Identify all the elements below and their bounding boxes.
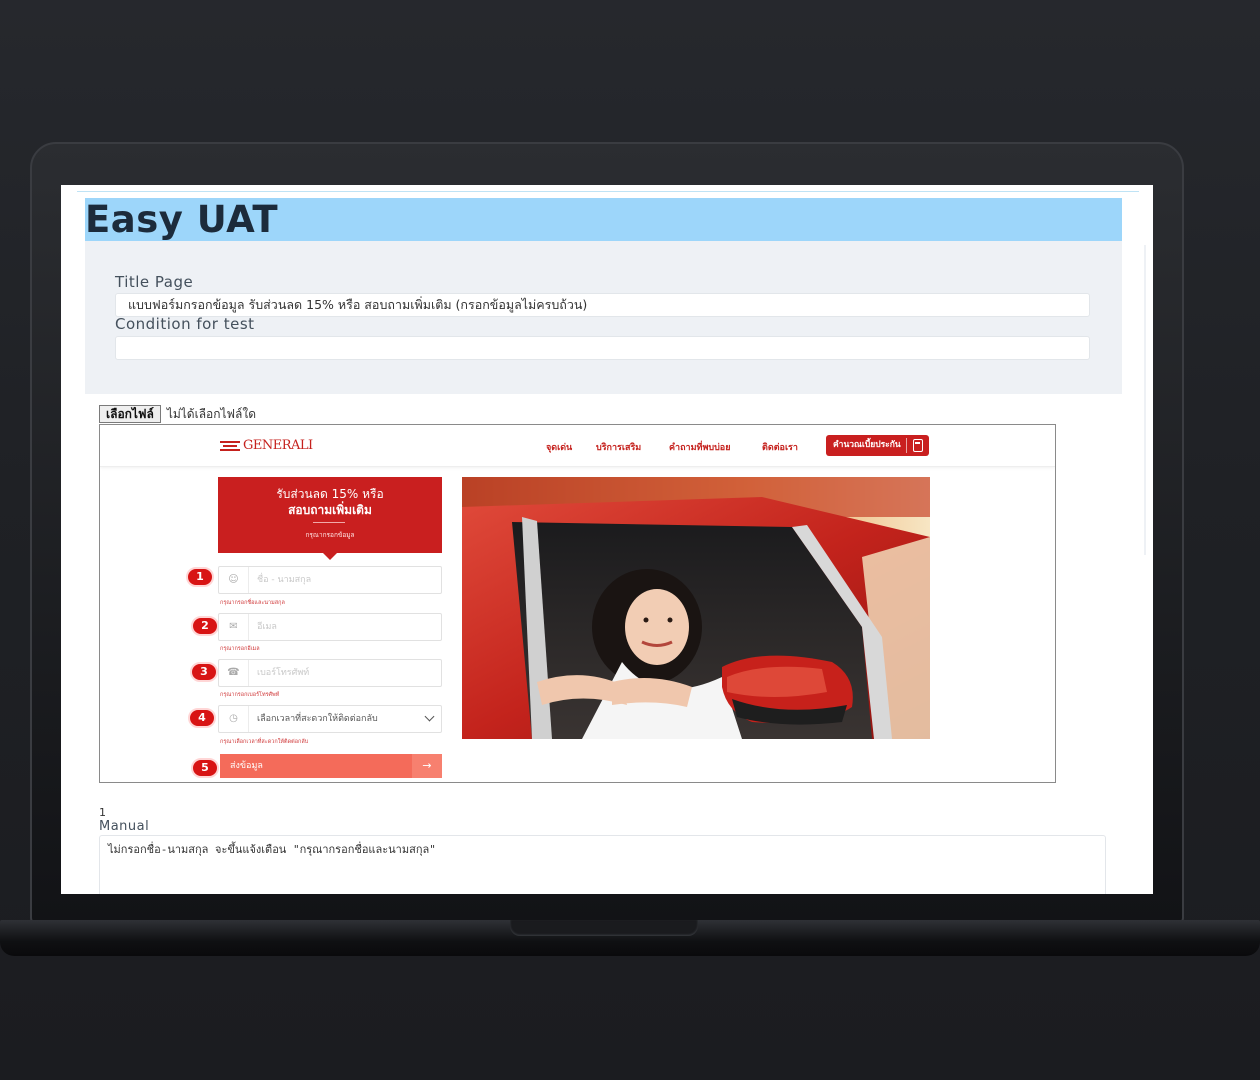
nav-item-faq: คำถามที่พบบ่อย	[669, 443, 731, 453]
phone-field: ☎ เบอร์โทรศัพท์	[218, 659, 442, 687]
app-header: Easy UAT	[85, 198, 1122, 241]
laptop-screen: Easy UAT Title Page Condition for test เ…	[61, 185, 1153, 894]
file-status: ไม่ได้เลือกไฟล์ใด	[166, 407, 257, 421]
title-page-input[interactable]	[115, 293, 1090, 317]
submit-button: ส่งข้อมูล →	[220, 754, 442, 778]
condition-label: Condition for test	[115, 315, 255, 333]
nav-item-services: บริการเสริม	[596, 443, 642, 453]
submit-label: ส่งข้อมูล	[230, 761, 263, 771]
app-title: Easy UAT	[85, 198, 279, 241]
arrow-right-icon: →	[412, 754, 442, 778]
phone-hint: กรุณากรอกเบอร์โทรศัพท์	[220, 692, 280, 698]
laptop-notch	[510, 920, 698, 936]
woman-in-red-car-photo	[462, 477, 930, 739]
nav-item-highlights: จุดเด่น	[546, 443, 573, 453]
choose-file-button[interactable]: เลือกไฟล์	[99, 405, 161, 423]
step-badge-4: 4	[188, 708, 216, 728]
cta-label: คำนวณเบี้ยประกัน	[833, 440, 901, 450]
contact-time-value: เลือกเวลาที่สะดวกให้ติดต่อกลับ	[257, 714, 378, 724]
test-case-form: Title Page Condition for test	[85, 241, 1122, 394]
cta-separator	[906, 438, 907, 453]
banner-line2: สอบถามเพิ่มเติม	[288, 503, 372, 517]
banner-line3: กรุณากรอกข้อมูล	[305, 531, 355, 539]
step-badge-3: 3	[190, 662, 218, 682]
email-hint: กรุณากรอกอีเมล	[220, 646, 260, 652]
calculate-premium-button: คำนวณเบี้ยประกัน	[826, 435, 929, 456]
condition-input[interactable]	[115, 336, 1090, 360]
email-field: ✉ อีเมล	[218, 613, 442, 641]
manual-label: Manual	[99, 819, 150, 834]
scrollbar-track[interactable]	[1144, 245, 1146, 555]
step-badge-2: 2	[191, 616, 219, 636]
name-placeholder: ชื่อ - นามสกุล	[257, 575, 312, 585]
phone-placeholder: เบอร์โทรศัพท์	[257, 668, 310, 678]
calculator-icon	[913, 439, 923, 452]
clock-icon: ◷	[219, 706, 249, 732]
contact-time-select: ◷ เลือกเวลาที่สะดวกให้ติดต่อกลับ	[218, 705, 442, 733]
manual-textarea[interactable]: ไม่กรอกชื่อ-นามสกุล จะขึ้นแจ้งเตือน "กรุ…	[99, 835, 1106, 894]
step-badge-1: 1	[186, 567, 214, 587]
contact-time-hint: กรุณาเลือกเวลาที่สะดวกให้ติดต่อกลับ	[220, 739, 309, 745]
user-icon: ☺	[219, 567, 249, 593]
step-badge-5: 5	[191, 758, 219, 778]
name-field: ☺ ชื่อ - นามสกุล	[218, 566, 442, 594]
logo-text: GENERALI	[243, 438, 313, 453]
chevron-down-icon	[424, 711, 435, 722]
generali-logo: GENERALI	[220, 438, 313, 453]
name-hint: กรุณากรอกชื่อและนามสกุล	[220, 600, 285, 606]
file-upload-row: เลือกไฟล์ ไม่ได้เลือกไฟล์ใด	[99, 405, 256, 423]
mail-icon: ✉	[219, 614, 249, 640]
title-page-label: Title Page	[115, 273, 194, 291]
email-placeholder: อีเมล	[257, 622, 277, 632]
phone-icon: ☎	[219, 660, 249, 686]
discount-banner: รับส่วนลด 15% หรือ สอบถามเพิ่มเติม กรุณา…	[218, 477, 442, 560]
uploaded-screenshot-preview: GENERALI จุดเด่น บริการเสริม คำถามที่พบบ…	[99, 424, 1056, 783]
nav-item-contact: ติดต่อเรา	[762, 443, 798, 453]
banner-divider	[313, 522, 345, 523]
car-photo-illustration	[462, 477, 930, 739]
generali-lion-icon	[220, 440, 240, 451]
top-border	[77, 191, 1139, 192]
test-case-number: 1	[99, 806, 106, 819]
preview-navbar: GENERALI จุดเด่น บริการเสริม คำถามที่พบบ…	[100, 425, 1055, 467]
